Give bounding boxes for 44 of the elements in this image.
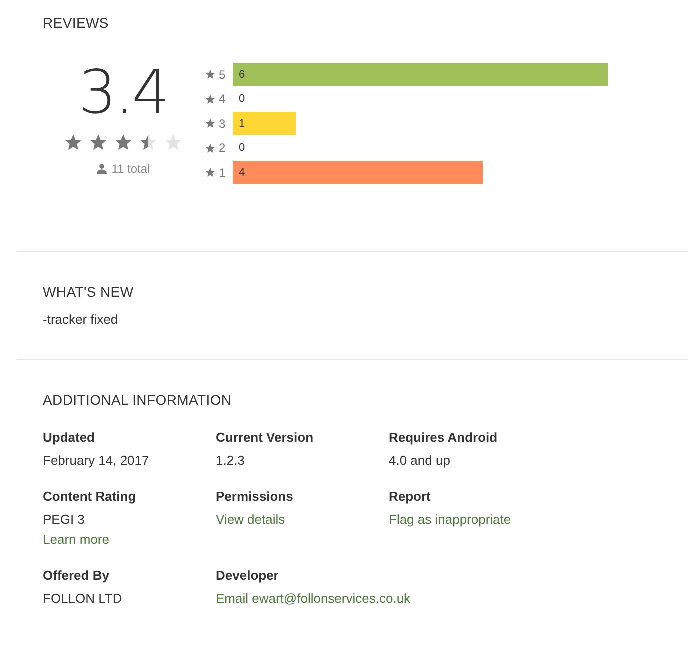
star-icon xyxy=(205,142,216,154)
star-icon xyxy=(64,133,83,152)
review-count: 1 xyxy=(238,118,246,130)
info-link[interactable]: View details xyxy=(216,510,286,530)
star-level: 5 xyxy=(219,68,226,82)
review-count: 0 xyxy=(238,93,246,106)
review-count: 0 xyxy=(238,142,246,154)
info-label: Developer xyxy=(216,568,280,582)
info-value: PEGI 3 xyxy=(43,510,86,528)
star-level: 2 xyxy=(219,141,226,156)
star-icon xyxy=(164,133,183,152)
review-count: 6 xyxy=(238,68,246,81)
star-icon xyxy=(205,69,216,80)
info-label: Content Rating xyxy=(43,488,138,504)
info-link[interactable]: Flag as inappropriate xyxy=(389,510,512,530)
star-level: 1 xyxy=(219,166,226,180)
info-value: 4.0 and up xyxy=(389,452,452,470)
info-label: Offered By xyxy=(43,568,110,582)
star-level: 4 xyxy=(219,92,226,106)
star-icon xyxy=(205,167,216,178)
info-value: 1.2.3 xyxy=(216,452,246,470)
star-icon xyxy=(114,133,133,152)
section-title: REVIEWS xyxy=(43,15,110,31)
info-link[interactable]: Learn more xyxy=(43,530,110,550)
star-icon xyxy=(89,133,108,152)
rating-score: 3.4 xyxy=(78,63,168,123)
person-icon xyxy=(96,164,107,174)
section-title: WHAT'S NEW xyxy=(43,284,135,300)
star-level: 3 xyxy=(219,116,226,131)
info-label: Current Version xyxy=(216,430,315,444)
info-link[interactable]: Email ewart@follonservices.co.uk xyxy=(216,588,411,608)
review-count: 4 xyxy=(238,166,246,179)
release-notes: -tracker fixed xyxy=(43,312,120,326)
star-icon xyxy=(205,94,216,105)
info-label: Updated xyxy=(43,430,96,444)
info-label: Report xyxy=(389,488,432,504)
section-title: ADDITIONAL INFORMATION xyxy=(43,392,233,408)
info-value: February 14, 2017 xyxy=(43,452,150,470)
info-label: Requires Android xyxy=(389,430,499,444)
info-label: Permissions xyxy=(216,488,294,504)
total-count: 11 total xyxy=(112,162,150,176)
info-value: FOLLON LTD xyxy=(43,590,124,608)
star-icon xyxy=(205,118,216,130)
star-icon xyxy=(139,133,158,152)
